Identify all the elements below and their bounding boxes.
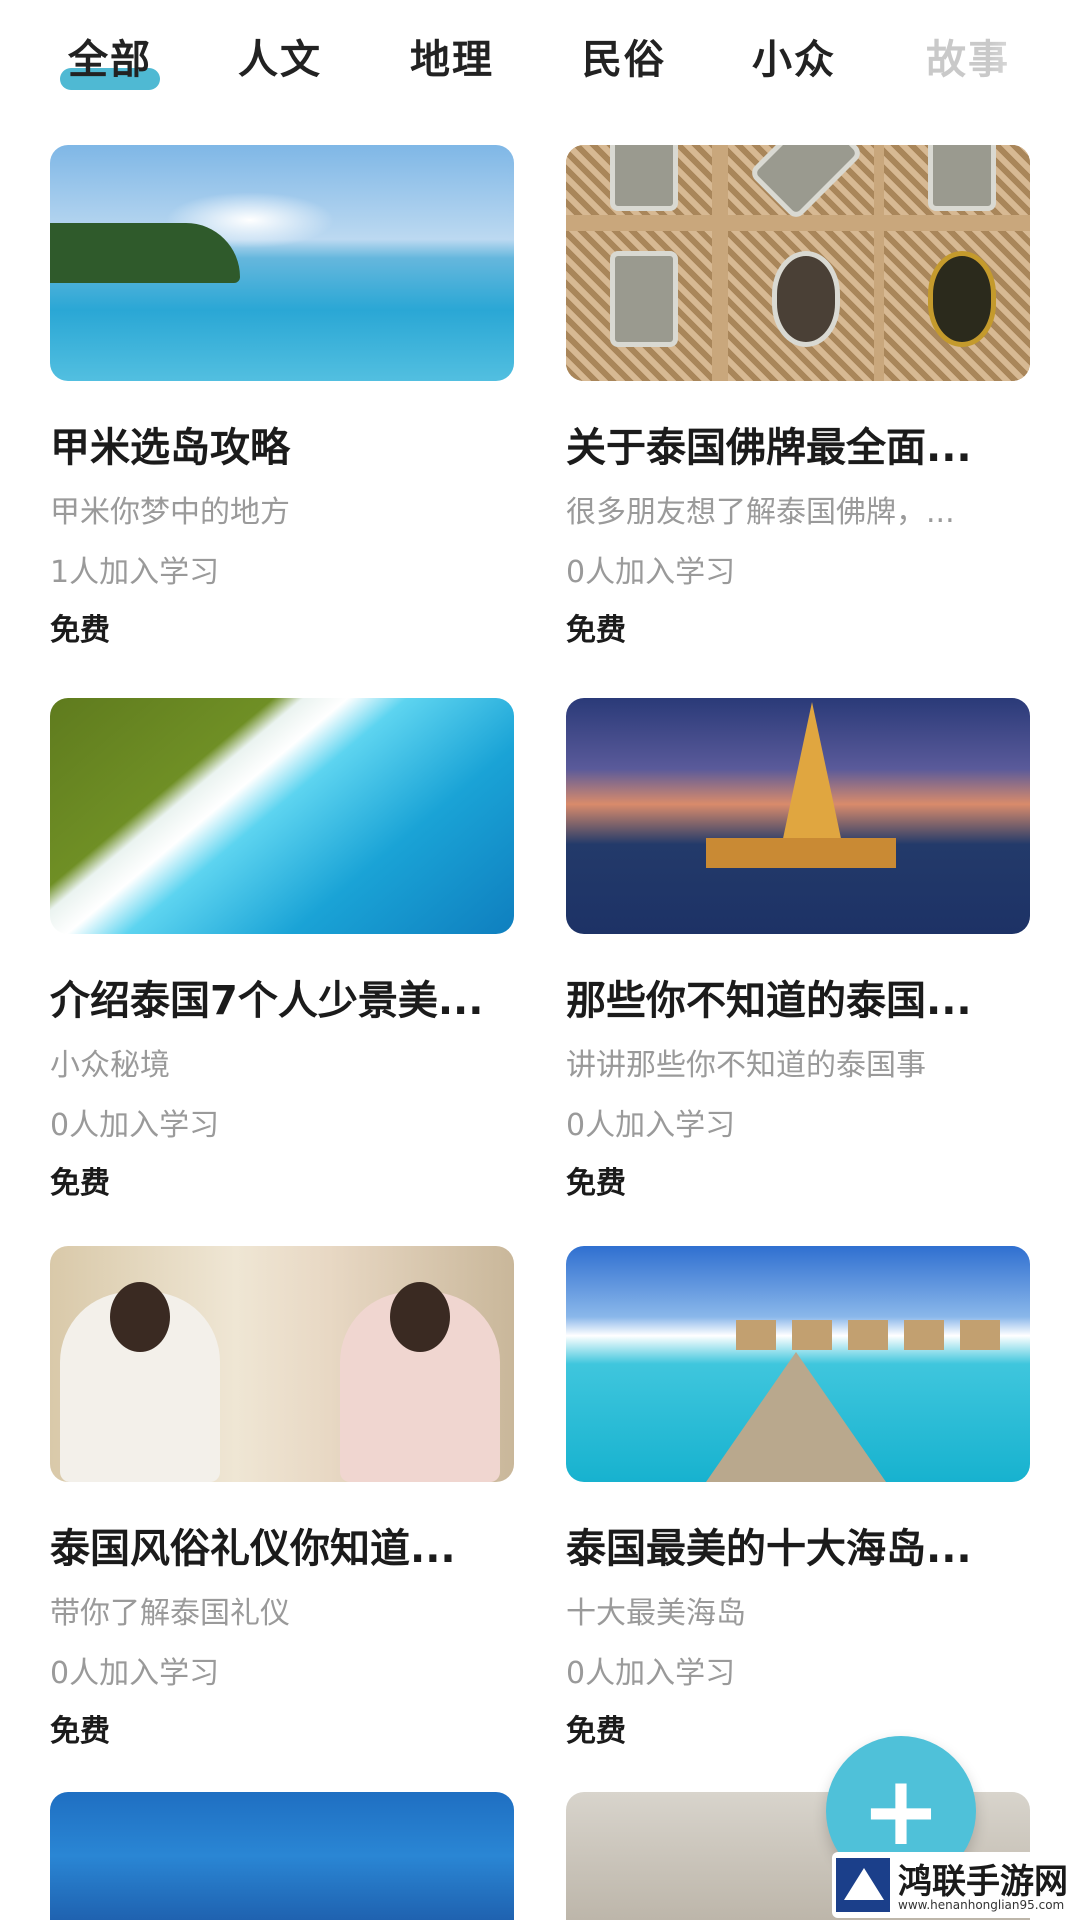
course-learner-count: 0人加入学习 [50, 1656, 220, 1691]
plus-icon: + [860, 1755, 942, 1867]
course-price: 免费 [566, 1714, 626, 1749]
watermark-logo: 鸿联手游网 www.henanhonglian95.com [832, 1852, 1076, 1918]
course-price: 免费 [50, 613, 110, 648]
course-learner-count: 0人加入学习 [566, 555, 736, 590]
course-thumbnail [50, 1792, 514, 1920]
course-learner-count: 1人加入学习 [50, 555, 220, 590]
course-title: 泰国最美的十大海岛... [566, 1526, 972, 1572]
course-subtitle: 很多朋友想了解泰国佛牌，... [566, 495, 955, 530]
course-card[interactable] [50, 1792, 514, 1920]
course-subtitle: 带你了解泰国礼仪 [50, 1596, 290, 1631]
course-card[interactable]: 那些你不知道的泰国... 讲讲那些你不知道的泰国事 0人加入学习 免费 [566, 698, 1030, 1202]
course-thumbnail [566, 1246, 1030, 1482]
course-title: 介绍泰国7个人少景美... [50, 978, 484, 1024]
watermark-icon [836, 1858, 890, 1912]
course-price: 免费 [566, 1166, 626, 1201]
course-subtitle: 讲讲那些你不知道的泰国事 [566, 1048, 926, 1083]
course-learner-count: 0人加入学习 [566, 1656, 736, 1691]
course-price: 免费 [50, 1166, 110, 1201]
course-thumbnail [566, 698, 1030, 934]
course-learner-count: 0人加入学习 [50, 1108, 220, 1143]
tab-folk-customs[interactable]: 民俗 [582, 32, 666, 88]
course-thumbnail [566, 145, 1030, 381]
course-thumbnail [50, 1246, 514, 1482]
watermark-name: 鸿联手游网 [898, 1862, 1068, 1902]
course-price: 免费 [566, 613, 626, 648]
course-learner-count: 0人加入学习 [566, 1108, 736, 1143]
course-price: 免费 [50, 1714, 110, 1749]
tab-geography[interactable]: 地理 [410, 32, 494, 88]
course-title: 泰国风俗礼仪你知道... [50, 1526, 456, 1572]
category-tabs: 全部 人文 地理 民俗 小众 故事 [0, 0, 1080, 120]
watermark-url: www.henanhonglian95.com [898, 1898, 1065, 1912]
course-thumbnail [50, 145, 514, 381]
course-title: 甲米选岛攻略 [50, 425, 290, 471]
course-title: 那些你不知道的泰国... [566, 978, 972, 1024]
course-subtitle: 小众秘境 [50, 1048, 170, 1083]
tab-niche[interactable]: 小众 [752, 32, 836, 88]
course-subtitle: 甲米你梦中的地方 [50, 495, 290, 530]
course-subtitle: 十大最美海岛 [566, 1596, 746, 1631]
course-thumbnail [50, 698, 514, 934]
course-card[interactable]: 甲米选岛攻略 甲米你梦中的地方 1人加入学习 免费 [50, 145, 514, 649]
course-card[interactable]: 关于泰国佛牌最全面... 很多朋友想了解泰国佛牌，... 0人加入学习 免费 [566, 145, 1030, 649]
tab-all[interactable]: 全部 [60, 32, 160, 90]
course-title: 关于泰国佛牌最全面... [566, 425, 972, 471]
tab-scroll-fade [990, 20, 1080, 100]
course-card[interactable]: 泰国风俗礼仪你知道... 带你了解泰国礼仪 0人加入学习 免费 [50, 1246, 514, 1750]
course-card[interactable]: 泰国最美的十大海岛... 十大最美海岛 0人加入学习 免费 [566, 1246, 1030, 1750]
course-card[interactable]: 介绍泰国7个人少景美... 小众秘境 0人加入学习 免费 [50, 698, 514, 1202]
tab-culture[interactable]: 人文 [238, 32, 322, 88]
